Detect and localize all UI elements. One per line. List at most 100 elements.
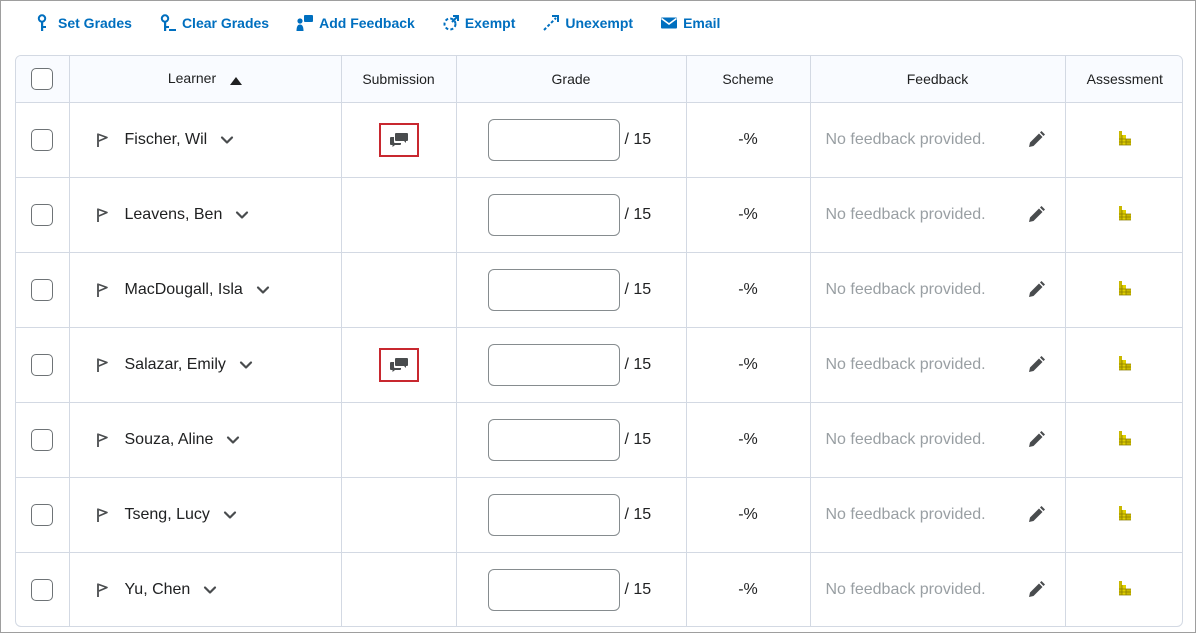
row-checkbox[interactable] xyxy=(31,279,53,301)
scheme-value: -% xyxy=(738,131,758,148)
grade-out-of: / 15 xyxy=(625,581,652,599)
grade-input[interactable] xyxy=(488,269,620,311)
exempt-button[interactable]: Exempt xyxy=(442,14,516,32)
rubric-icon[interactable] xyxy=(1118,205,1132,221)
row-checkbox[interactable] xyxy=(31,429,53,451)
feedback-text: No feedback provided. xyxy=(826,581,986,599)
set-grades-button[interactable]: Set Grades xyxy=(35,14,132,32)
assessment-cell xyxy=(1065,403,1183,478)
pencil-icon[interactable] xyxy=(1026,430,1046,450)
submission-cell xyxy=(341,103,456,178)
grade-input[interactable] xyxy=(488,119,620,161)
assessment-cell xyxy=(1065,178,1183,253)
flag-icon[interactable] xyxy=(95,357,111,373)
feedback-cell: No feedback provided. xyxy=(810,478,1065,553)
feedback-cell: No feedback provided. xyxy=(810,403,1065,478)
scheme-value: -% xyxy=(738,206,758,223)
grade-input[interactable] xyxy=(488,194,620,236)
row-checkbox[interactable] xyxy=(31,504,53,526)
select-cell xyxy=(16,403,69,478)
learner-name[interactable]: MacDougall, Isla xyxy=(125,281,243,299)
pencil-icon[interactable] xyxy=(1026,580,1046,600)
scheme-cell: -% xyxy=(686,103,810,178)
chevron-down-icon[interactable] xyxy=(222,507,238,523)
learner-name[interactable]: Yu, Chen xyxy=(125,581,191,599)
row-checkbox[interactable] xyxy=(31,579,53,601)
grade-cell: / 15 xyxy=(456,328,686,403)
scheme-value: -% xyxy=(738,506,758,523)
select-all-cell xyxy=(16,56,69,103)
rubric-icon[interactable] xyxy=(1118,355,1132,371)
pencil-icon[interactable] xyxy=(1026,280,1046,300)
scheme-value: -% xyxy=(738,356,758,373)
chevron-down-icon[interactable] xyxy=(225,432,241,448)
select-all-checkbox[interactable] xyxy=(31,68,53,90)
table-row: Fischer, Wil / 15 -% No feedback provide… xyxy=(16,103,1183,178)
scheme-value: -% xyxy=(738,581,758,598)
feedback-text: No feedback provided. xyxy=(826,281,986,299)
chevron-down-icon[interactable] xyxy=(234,207,250,223)
learner-name[interactable]: Souza, Aline xyxy=(125,431,214,449)
flag-icon[interactable] xyxy=(95,132,111,148)
sort-ascending-icon[interactable] xyxy=(230,72,242,88)
submission-header: Submission xyxy=(341,56,456,103)
learner-name[interactable]: Leavens, Ben xyxy=(125,206,223,224)
assessment-cell xyxy=(1065,328,1183,403)
scheme-cell: -% xyxy=(686,478,810,553)
feedback-text: No feedback provided. xyxy=(826,356,986,374)
grade-input[interactable] xyxy=(488,494,620,536)
flag-icon[interactable] xyxy=(95,582,111,598)
chevron-down-icon[interactable] xyxy=(202,582,218,598)
select-cell xyxy=(16,328,69,403)
assessment-header: Assessment xyxy=(1065,56,1183,103)
rubric-icon[interactable] xyxy=(1118,280,1132,296)
flag-icon[interactable] xyxy=(95,282,111,298)
grade-input[interactable] xyxy=(488,419,620,461)
submission-cell xyxy=(341,553,456,628)
row-checkbox[interactable] xyxy=(31,129,53,151)
chevron-down-icon[interactable] xyxy=(255,282,271,298)
submission-comments-icon[interactable] xyxy=(379,348,419,382)
learner-cell: Yu, Chen xyxy=(69,553,341,628)
grade-out-of: / 15 xyxy=(625,206,652,224)
pencil-icon[interactable] xyxy=(1026,205,1046,225)
feedback-header: Feedback xyxy=(810,56,1065,103)
grade-input[interactable] xyxy=(488,569,620,611)
feedback-text: No feedback provided. xyxy=(826,506,986,524)
chevron-down-icon[interactable] xyxy=(219,132,235,148)
scheme-cell: -% xyxy=(686,403,810,478)
submission-cell xyxy=(341,478,456,553)
grade-input[interactable] xyxy=(488,344,620,386)
bulk-actions-toolbar: Set Grades Clear Grades Add Feedback Exe… xyxy=(35,11,747,35)
feedback-cell: No feedback provided. xyxy=(810,253,1065,328)
flag-icon[interactable] xyxy=(95,432,111,448)
learner-name[interactable]: Salazar, Emily xyxy=(125,356,226,374)
learner-name[interactable]: Fischer, Wil xyxy=(125,131,208,149)
add-feedback-button[interactable]: Add Feedback xyxy=(296,14,415,32)
rubric-icon[interactable] xyxy=(1118,505,1132,521)
submission-comments-icon[interactable] xyxy=(379,123,419,157)
clear-grades-button[interactable]: Clear Grades xyxy=(159,14,269,32)
flag-icon[interactable] xyxy=(95,507,111,523)
feedback-text: No feedback provided. xyxy=(826,131,986,149)
learner-header-label: Learner xyxy=(168,70,216,86)
rubric-icon[interactable] xyxy=(1118,130,1132,146)
grade-cell: / 15 xyxy=(456,178,686,253)
pencil-icon[interactable] xyxy=(1026,505,1046,525)
row-checkbox[interactable] xyxy=(31,204,53,226)
unexempt-icon xyxy=(542,14,560,32)
row-checkbox[interactable] xyxy=(31,354,53,376)
pencil-icon[interactable] xyxy=(1026,130,1046,150)
chevron-down-icon[interactable] xyxy=(238,357,254,373)
learner-name[interactable]: Tseng, Lucy xyxy=(125,506,210,524)
flag-icon[interactable] xyxy=(95,207,111,223)
clear-grades-icon xyxy=(159,14,177,32)
email-button[interactable]: Email xyxy=(660,14,720,32)
unexempt-button[interactable]: Unexempt xyxy=(542,14,633,32)
feedback-cell: No feedback provided. xyxy=(810,328,1065,403)
pencil-icon[interactable] xyxy=(1026,355,1046,375)
rubric-icon[interactable] xyxy=(1118,430,1132,446)
clear-grades-label: Clear Grades xyxy=(182,15,269,31)
learner-header[interactable]: Learner xyxy=(69,56,341,103)
rubric-icon[interactable] xyxy=(1118,580,1132,596)
